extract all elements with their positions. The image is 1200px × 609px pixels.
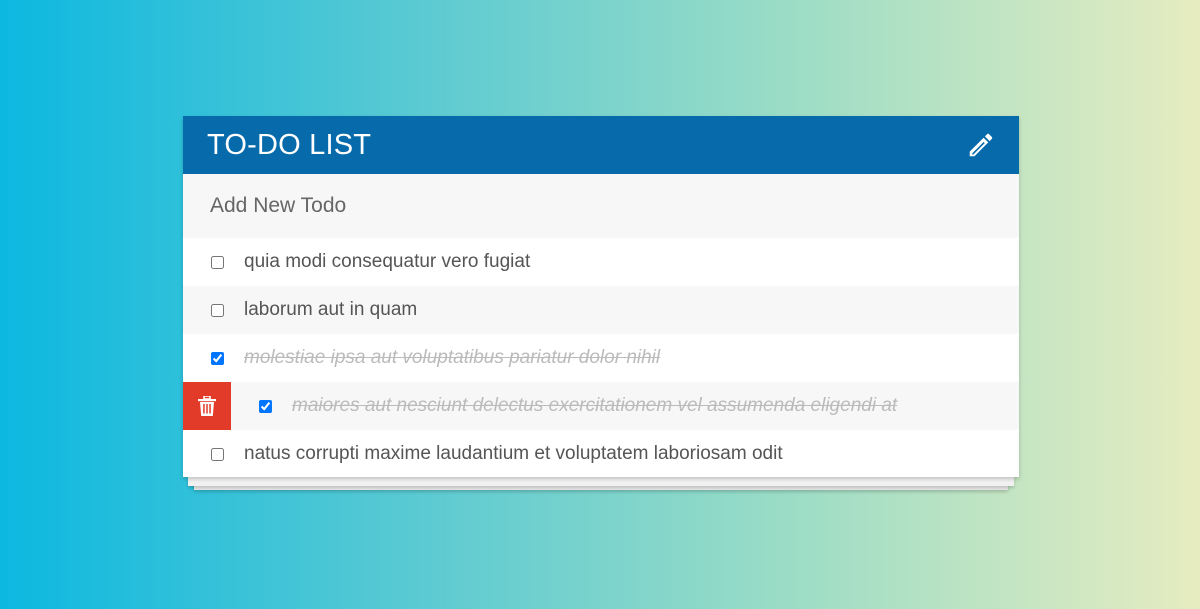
todo-checkbox[interactable]	[211, 447, 224, 461]
todo-card: TO-DO LIST quia modi consequatur vero fu…	[183, 116, 1019, 477]
todo-text: natus corrupti maxime laudantium et volu…	[244, 443, 783, 464]
todo-text: laborum aut in quam	[244, 299, 418, 320]
todo-checkbox[interactable]	[259, 399, 272, 413]
todo-item[interactable]: natus corrupti maxime laudantium et volu…	[183, 430, 1019, 478]
trash-icon[interactable]	[183, 382, 231, 430]
pencil-icon[interactable]	[965, 129, 997, 161]
todo-item[interactable]: maiores aut nesciunt delectus exercitati…	[183, 382, 1019, 430]
header: TO-DO LIST	[183, 116, 1019, 174]
add-todo-row	[183, 174, 1019, 238]
todo-text: molestiae ipsa aut voluptatibus pariatur…	[244, 347, 661, 368]
todo-text: quia modi consequatur vero fugiat	[244, 251, 531, 272]
add-todo-input[interactable]	[210, 194, 970, 218]
todo-item[interactable]: quia modi consequatur vero fugiat	[183, 238, 1019, 286]
todo-checkbox[interactable]	[211, 351, 224, 365]
todo-item[interactable]: laborum aut in quam	[183, 286, 1019, 334]
todo-item[interactable]: molestiae ipsa aut voluptatibus pariatur…	[183, 334, 1019, 382]
app-title: TO-DO LIST	[207, 128, 372, 161]
todo-text: maiores aut nesciunt delectus exercitati…	[292, 395, 898, 416]
todo-checkbox[interactable]	[211, 303, 224, 317]
todo-checkbox[interactable]	[211, 255, 224, 269]
